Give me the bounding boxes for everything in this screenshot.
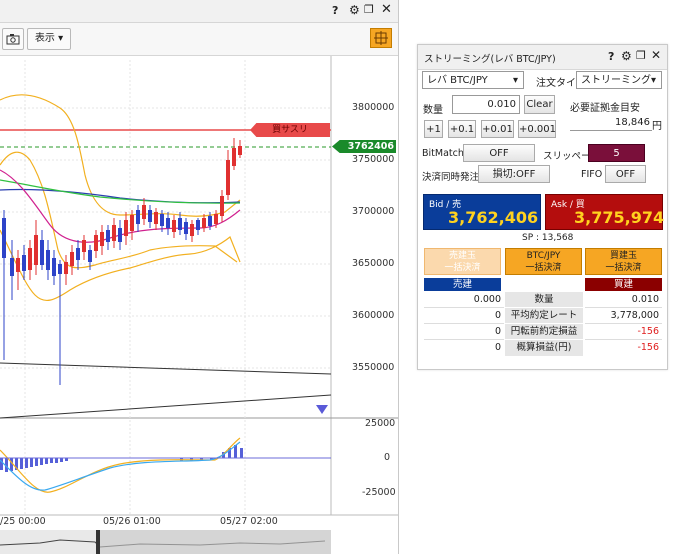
bulk-all-line2: 一括決済 <box>525 263 562 273</box>
sell-avg-rate: 0 <box>424 308 504 324</box>
price-tick: 3550000 <box>352 362 395 373</box>
bitmatch-label: BitMatch <box>422 148 464 159</box>
order-line-label[interactable]: 買サスリ <box>250 123 330 137</box>
order-type-select[interactable]: ストリーミング ▾ <box>576 71 662 89</box>
oscillator-tick: 0 <box>384 452 391 463</box>
crosshair-icon <box>374 31 388 45</box>
buy-avg-rate: 3,778,000 <box>585 308 662 324</box>
sell-quantity: 0.000 <box>424 292 504 308</box>
chevron-down-icon: ▾ <box>512 75 518 86</box>
price-chart[interactable] <box>0 56 398 554</box>
slippage-input[interactable]: 5 <box>588 144 645 162</box>
row-label: 円転前約定損益 <box>505 324 583 340</box>
bulk-settle-all-button[interactable]: BTC/JPY 一括決済 <box>505 248 582 275</box>
chevron-down-icon: ▾ <box>650 75 656 86</box>
quantity-label: 数量 <box>423 105 443 116</box>
display-menu-button[interactable]: 表示 ▾ <box>27 28 71 50</box>
bulk-sell-line1: 売建玉 <box>448 251 476 261</box>
streaming-order-panel: ストリーミング(レバ BTC/JPY) ? ⚙ ❐ ✕ レバ BTC/JPY ▾ … <box>417 44 668 370</box>
margin-label: 必要証拠金目安 <box>570 103 640 114</box>
oscillator-tick: 25000 <box>365 418 396 429</box>
bulk-buy-line1: 買建玉 <box>609 251 637 261</box>
bid-sell-button[interactable]: Bid / 売 3,762,406 <box>423 194 541 230</box>
increment-0.1-button[interactable]: +0.1 <box>448 120 476 138</box>
time-tick: 05/26 01:00 <box>103 516 161 527</box>
increment-0.01-button[interactable]: +0.01 <box>481 120 514 138</box>
buy-estimated-pl: -156 <box>637 342 659 353</box>
bid-price: 3,762,406 <box>448 208 539 227</box>
buy-quantity: 0.010 <box>585 292 662 308</box>
price-tick: 3800000 <box>352 102 395 113</box>
oscillator-tick: -25000 <box>362 487 396 498</box>
help-icon[interactable]: ? <box>608 50 614 63</box>
price-tick: 3600000 <box>352 310 395 321</box>
ask-buy-button[interactable]: Ask / 買 3,775,974 <box>545 194 665 230</box>
increment-1-button[interactable]: +1 <box>424 120 443 138</box>
current-price-tag: 3762406 <box>332 140 396 153</box>
price-tick: 3750000 <box>352 154 395 165</box>
bitmatch-toggle[interactable]: OFF <box>463 144 535 162</box>
margin-value: 18,846 <box>570 117 652 131</box>
fifo-label: FIFO <box>581 169 603 180</box>
bulk-settle-sell-button[interactable]: 売建玉 一括決済 <box>424 248 501 275</box>
symbol-select[interactable]: レバ BTC/JPY ▾ <box>422 71 524 89</box>
panel-title: ストリーミング(レバ BTC/JPY) <box>424 54 556 65</box>
ask-price: 3,775,974 <box>574 208 665 227</box>
price-tick: 3650000 <box>352 258 395 269</box>
gear-icon[interactable]: ⚙ <box>349 3 360 17</box>
scroll-down-icon[interactable] <box>316 405 328 414</box>
window-divider <box>398 0 399 554</box>
price-tick: 3700000 <box>352 206 395 217</box>
close-icon[interactable]: ✕ <box>381 2 392 17</box>
chart-title-bar: ? ⚙ ❐ ✕ <box>0 0 398 23</box>
close-icon[interactable]: ✕ <box>651 48 661 62</box>
bulk-sell-line2: 一括決済 <box>444 263 481 273</box>
panel-title-bar: ストリーミング(レバ BTC/JPY) ? ⚙ ❐ ✕ <box>418 45 667 70</box>
buy-header: 買建 <box>585 278 662 291</box>
bulk-buy-line2: 一括決済 <box>605 263 642 273</box>
bulk-settle-buy-button[interactable]: 買建玉 一括決済 <box>585 248 662 275</box>
symbol-value: レバ BTC/JPY <box>427 75 488 86</box>
quantity-input[interactable]: 0.010 <box>452 95 520 114</box>
settle-label: 決済同時発注 <box>422 172 480 183</box>
sell-estimated-pl: 0 <box>494 342 501 353</box>
gear-icon[interactable]: ⚙ <box>621 49 632 63</box>
camera-icon <box>6 34 20 45</box>
bulk-all-line1: BTC/JPY <box>526 251 561 261</box>
time-tick: 05/27 02:00 <box>220 516 278 527</box>
margin-unit: 円 <box>652 121 662 132</box>
sell-header: 売建 <box>424 278 501 291</box>
clear-button[interactable]: Clear <box>524 95 555 114</box>
row-label: 概算損益(円) <box>505 340 583 356</box>
restore-icon[interactable]: ❐ <box>636 49 646 62</box>
restore-icon[interactable]: ❐ <box>364 3 374 16</box>
buy-pre-conversion-pl: -156 <box>585 324 662 340</box>
screenshot-button[interactable] <box>2 28 24 50</box>
fifo-toggle[interactable]: OFF <box>605 165 646 183</box>
chart-toolbar: 表示 ▾ <box>0 23 398 56</box>
chart-window: ? ⚙ ❐ ✕ 表示 ▾ 買サスリ 3800000 3750000 370000… <box>0 0 398 554</box>
row-label: 平均約定レート <box>505 308 583 324</box>
order-type-value: ストリーミング <box>581 75 651 86</box>
row-label: 数量 <box>505 292 583 308</box>
time-tick: /25 00:00 <box>0 516 46 527</box>
sell-pre-conversion-pl: 0 <box>424 324 504 340</box>
increment-0.001-button[interactable]: +0.001 <box>518 120 556 138</box>
stop-loss-toggle[interactable]: 損切:OFF <box>478 165 550 183</box>
chart-settings-button[interactable] <box>370 28 392 48</box>
help-icon[interactable]: ? <box>332 4 338 17</box>
spread-label: SP : 13,568 <box>522 233 574 243</box>
